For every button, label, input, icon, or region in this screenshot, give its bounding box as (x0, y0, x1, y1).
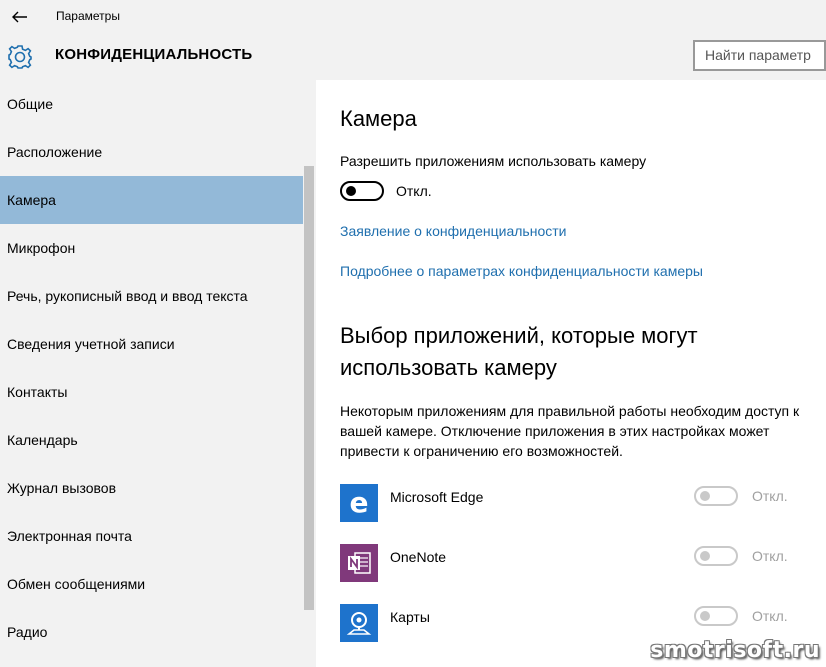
sidebar-item-contacts[interactable]: Контакты (0, 368, 303, 416)
sidebar-item-calendar[interactable]: Календарь (0, 416, 303, 464)
page-header: КОНФИДЕНЦИАЛЬНОСТЬ Найти параметр (0, 34, 826, 80)
sidebar-item-messaging[interactable]: Обмен сообщениями (0, 560, 303, 608)
app-row-edge: e Microsoft Edge Откл. (340, 484, 820, 524)
allow-camera-label: Разрешить приложениям использовать камер… (340, 153, 647, 169)
window-title: Параметры (56, 9, 120, 23)
back-button[interactable] (6, 4, 34, 30)
toggle-knob (346, 186, 356, 196)
app-camera-toggle[interactable] (694, 486, 738, 506)
sidebar-item-account-info[interactable]: Сведения учетной записи (0, 320, 303, 368)
sidebar-item-radio[interactable]: Радио (0, 608, 303, 656)
sidebar: Общие Расположение Камера Микрофон Речь,… (0, 80, 316, 667)
sidebar-item-location[interactable]: Расположение (0, 128, 303, 176)
allow-camera-toggle[interactable] (340, 181, 384, 201)
section-heading: Камера (340, 106, 417, 131)
privacy-statement-link[interactable]: Заявление о конфиденциальности (340, 223, 566, 239)
edge-icon: e (340, 484, 378, 522)
sidebar-item-call-history[interactable]: Журнал вызовов (0, 464, 303, 512)
app-name: Microsoft Edge (390, 489, 484, 505)
app-row-onenote: OneNote Откл. (340, 544, 820, 584)
toggle-knob (700, 611, 710, 621)
app-state: Откл. (752, 548, 788, 564)
choose-apps-description: Некоторым приложениям для правильной раб… (340, 403, 800, 459)
app-camera-toggle[interactable] (694, 546, 738, 566)
title-bar: Параметры (0, 0, 826, 34)
sidebar-item-camera[interactable]: Камера (0, 176, 303, 224)
sidebar-item-general[interactable]: Общие (0, 80, 303, 128)
app-name: Карты (390, 609, 430, 625)
search-input[interactable]: Найти параметр (693, 40, 826, 71)
main-content: Камера Разрешить приложениям использоват… (316, 80, 826, 667)
app-camera-toggle[interactable] (694, 606, 738, 626)
sidebar-item-speech[interactable]: Речь, рукописный ввод и ввод текста (0, 272, 303, 320)
sidebar-item-microphone[interactable]: Микрофон (0, 224, 303, 272)
page-title: КОНФИДЕНЦИАЛЬНОСТЬ (55, 46, 253, 63)
toggle-knob (700, 551, 710, 561)
maps-icon (340, 604, 378, 642)
app-state: Откл. (752, 488, 788, 504)
app-name: OneNote (390, 549, 447, 565)
app-state: Откл. (752, 608, 788, 624)
gear-icon (8, 45, 32, 69)
allow-camera-state: Откл. (396, 183, 432, 199)
back-arrow-icon (12, 11, 27, 23)
toggle-knob (700, 491, 710, 501)
watermark: smotrisoft.ru (650, 638, 820, 663)
choose-apps-heading: Выбор приложений, которые могут использо… (340, 323, 698, 380)
camera-privacy-info-link[interactable]: Подробнее о параметрах конфиденциальност… (340, 263, 703, 279)
sidebar-item-email[interactable]: Электронная почта (0, 512, 303, 560)
onenote-icon (340, 544, 378, 582)
sidebar-scrollbar[interactable] (304, 166, 314, 610)
